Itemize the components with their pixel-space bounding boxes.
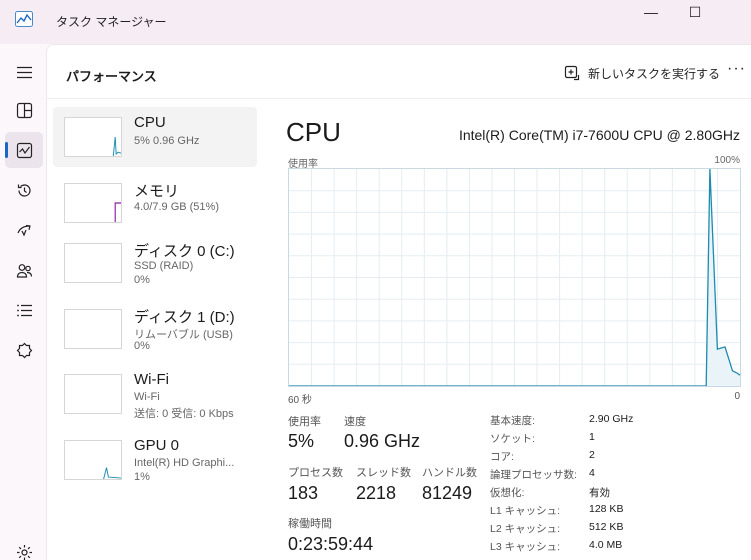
spec-label: 基本速度:	[490, 415, 535, 427]
nav-details[interactable]	[5, 292, 43, 328]
title-bar: タスク マネージャー — ☐	[0, 0, 751, 44]
x-axis-end-label: 0	[734, 391, 740, 402]
run-new-task-label: 新しいタスクを実行する	[588, 66, 721, 81]
spec-value: 128 KB	[589, 503, 624, 515]
graph-grid	[289, 169, 740, 386]
x-axis-start-label: 60 秒	[288, 395, 312, 406]
spec-label: コア:	[490, 451, 514, 463]
nav-settings[interactable]	[5, 534, 43, 560]
spec-value: 1	[589, 431, 595, 443]
speed-label: 速度	[344, 416, 366, 428]
new-task-icon	[564, 65, 580, 81]
usage-value: 5%	[288, 431, 315, 451]
nav-services[interactable]	[5, 332, 43, 368]
uptime-value: 0:23:59:44	[288, 534, 374, 554]
startup-apps-icon	[16, 224, 31, 236]
left-navigation	[0, 44, 46, 560]
device-name: GPU 0	[134, 437, 180, 454]
gpu-thumbnail-graph	[64, 440, 122, 480]
device-item-wifi[interactable]: Wi-Fi Wi-Fi 送信: 0 受信: 0 Kbps	[53, 364, 257, 424]
processes-icon	[16, 102, 32, 118]
users-icon	[16, 263, 32, 278]
minimize-button[interactable]: —	[628, 0, 674, 24]
nav-app-history[interactable]	[5, 172, 43, 208]
processes-label: プロセス数	[288, 467, 343, 479]
spec-value: 512 KB	[589, 521, 624, 533]
more-options-button[interactable]: ···	[727, 60, 746, 78]
main-content: パフォーマンス 新しいタスクを実行する ··· CPU 5% 0.96 GHz …	[46, 44, 751, 560]
device-item-disk-1[interactable]: ディスク 1 (D:) リムーバブル (USB) 0%	[53, 299, 257, 359]
settings-icon	[16, 544, 32, 560]
graph-max-label: 100%	[714, 155, 740, 166]
window-title: タスク マネージャー	[56, 15, 167, 29]
cpu-model-name: Intel(R) Core(TM) i7-7600U CPU @ 2.80GHz	[458, 127, 740, 143]
spec-value: 4.0 MB	[589, 539, 623, 551]
device-detail: SSD (RAID)	[134, 260, 194, 272]
spec-value: 4	[589, 467, 595, 479]
handles-label: ハンドル数	[422, 467, 477, 479]
page-header: パフォーマンス 新しいタスクを実行する ···	[47, 45, 751, 99]
device-name: メモリ	[134, 183, 180, 200]
device-item-cpu[interactable]: CPU 5% 0.96 GHz	[53, 107, 257, 167]
spec-label: L1 キャッシュ:	[490, 505, 561, 517]
cpu-thumbnail-graph	[64, 117, 122, 157]
threads-label: スレッド数	[356, 467, 411, 479]
device-item-gpu-0[interactable]: GPU 0 Intel(R) HD Graphi... 1%	[53, 430, 257, 490]
performance-icon	[16, 142, 32, 158]
active-indicator	[5, 142, 8, 158]
device-usage: 0%	[134, 274, 150, 286]
services-icon	[16, 342, 32, 358]
spec-label: 仮想化:	[490, 487, 525, 499]
memory-thumbnail-graph	[64, 183, 122, 223]
device-item-disk-0[interactable]: ディスク 0 (C:) SSD (RAID) 0%	[53, 233, 257, 293]
handles-value: 81249	[422, 483, 473, 503]
nav-processes[interactable]	[5, 92, 43, 128]
spec-label: L3 キャッシュ:	[490, 541, 561, 553]
device-detail: Intel(R) HD Graphi...	[134, 457, 235, 469]
device-item-memory[interactable]: メモリ 4.0/7.9 GB (51%)	[53, 173, 257, 233]
task-manager-app-icon	[15, 11, 33, 27]
detail-title: CPU	[286, 117, 341, 147]
usage-label: 使用率	[288, 416, 321, 428]
device-name: Wi-Fi	[134, 371, 169, 388]
device-name: ディスク 0 (C:)	[134, 243, 235, 260]
spec-value: 2	[589, 449, 595, 461]
run-new-task-button[interactable]: 新しいタスクを実行する	[564, 61, 720, 85]
uptime-label: 稼働時間	[288, 518, 332, 530]
hamburger-menu-button[interactable]	[5, 54, 43, 90]
spec-label: L2 キャッシュ:	[490, 523, 561, 535]
cpu-usage-graph	[288, 168, 741, 387]
nav-startup-apps[interactable]	[5, 212, 43, 248]
disk1-thumbnail-graph	[64, 309, 122, 349]
page-title: パフォーマンス	[66, 69, 157, 84]
device-detail: Wi-Fi	[134, 391, 160, 403]
details-icon	[16, 304, 32, 316]
spec-label: ソケット:	[490, 433, 535, 445]
threads-value: 2218	[356, 483, 397, 503]
device-usage: 1%	[134, 471, 150, 483]
nav-performance[interactable]	[5, 132, 43, 168]
device-name: CPU	[134, 114, 166, 131]
processes-value: 183	[288, 483, 319, 503]
speed-value: 0.96 GHz	[344, 431, 421, 451]
device-detail: 4.0/7.9 GB (51%)	[134, 201, 219, 213]
hamburger-menu-icon	[16, 66, 32, 78]
device-usage: 0%	[134, 340, 150, 352]
maximize-button[interactable]: ☐	[672, 0, 718, 24]
app-history-icon	[17, 183, 31, 197]
disk0-thumbnail-graph	[64, 243, 122, 283]
nav-users[interactable]	[5, 252, 43, 288]
spec-value: 有効	[589, 487, 610, 499]
device-name: ディスク 1 (D:)	[134, 309, 235, 326]
wifi-thumbnail-graph	[64, 374, 122, 414]
cpu-usage-chart	[289, 169, 740, 386]
spec-label: 論理プロセッサ数:	[490, 469, 577, 481]
device-throughput: 送信: 0 受信: 0 Kbps	[134, 408, 234, 420]
device-detail: 5% 0.96 GHz	[134, 135, 200, 147]
spec-value: 2.90 GHz	[589, 413, 634, 425]
